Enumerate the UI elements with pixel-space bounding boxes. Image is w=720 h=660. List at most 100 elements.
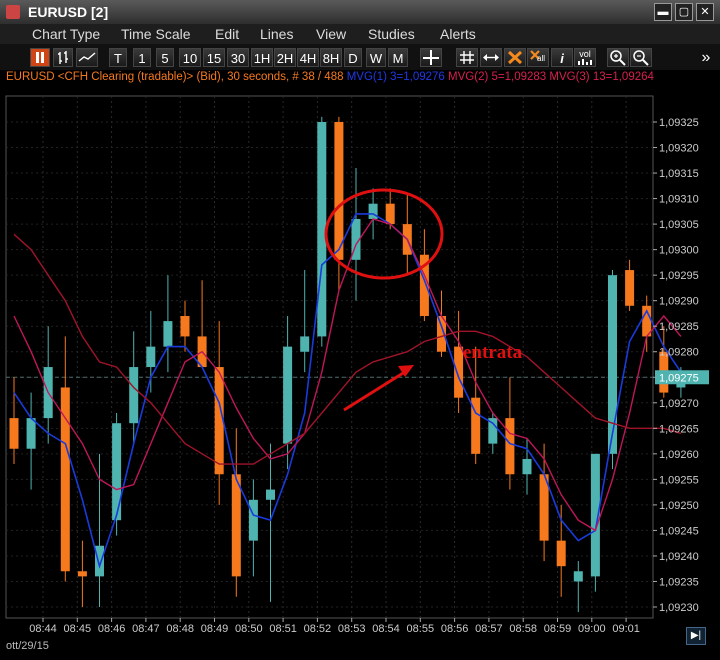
mvg-line-2 bbox=[13, 218, 682, 532]
x-tick-label: 08:46 bbox=[98, 623, 126, 635]
menu-studies[interactable]: Studies bbox=[368, 26, 415, 42]
candle-bull bbox=[317, 122, 327, 337]
period-d-button[interactable]: D bbox=[344, 48, 362, 67]
candle-bear bbox=[9, 418, 19, 449]
x-tick-label: 08:57 bbox=[475, 623, 503, 635]
y-tick-label: 1,09320 bbox=[659, 143, 699, 155]
candle-bear bbox=[419, 254, 429, 316]
period-30-button[interactable]: 30 bbox=[227, 48, 249, 67]
candle-bull bbox=[163, 321, 173, 347]
x-tick-label: 08:58 bbox=[509, 623, 537, 635]
volume-label: vol bbox=[579, 49, 591, 59]
candle-bear bbox=[625, 270, 635, 306]
period-w-button[interactable]: W bbox=[366, 48, 386, 67]
y-tick-label: 1,09250 bbox=[659, 500, 699, 512]
menu-edit[interactable]: Edit bbox=[215, 26, 239, 42]
period-1-button[interactable]: 1 bbox=[133, 48, 151, 67]
mvg1-info: MVG(1) 3=1,09276 bbox=[346, 71, 445, 83]
y-tick-label: 1,09300 bbox=[659, 245, 699, 257]
annotation-layer: entrata bbox=[324, 188, 523, 412]
y-tick-label: 1,09245 bbox=[659, 525, 699, 537]
candle-bull bbox=[283, 346, 293, 444]
x-tick-label: 08:54 bbox=[372, 623, 400, 635]
period-2h-button[interactable]: 2H bbox=[274, 48, 296, 67]
y-tick-label: 1,09295 bbox=[659, 270, 699, 282]
x-tick-label: 08:50 bbox=[235, 623, 263, 635]
delete-icon[interactable] bbox=[504, 48, 526, 67]
symbol-info: EURUSD <CFH Clearing (tradable)> (Bid), … bbox=[6, 71, 344, 83]
period-10-button[interactable]: 10 bbox=[179, 48, 201, 67]
line-chart-icon[interactable] bbox=[76, 48, 98, 67]
candle-bull bbox=[590, 453, 600, 577]
candle-bear bbox=[471, 397, 481, 454]
crosshair-icon[interactable] bbox=[420, 48, 442, 67]
more-icon[interactable]: » bbox=[696, 48, 716, 67]
candle-bull bbox=[248, 499, 258, 541]
candle-bear bbox=[539, 474, 549, 541]
period-8h-button[interactable]: 8H bbox=[320, 48, 342, 67]
bar-chart-icon[interactable] bbox=[53, 48, 73, 67]
x-tick-label: 08:48 bbox=[166, 623, 194, 635]
period-15-button[interactable]: 15 bbox=[203, 48, 225, 67]
period-1h-button[interactable]: 1H bbox=[251, 48, 273, 67]
candle-bull bbox=[300, 336, 310, 352]
x-tick-label: 08:51 bbox=[269, 623, 297, 635]
period-5-button[interactable]: 5 bbox=[156, 48, 174, 67]
y-tick-label: 1,09260 bbox=[659, 449, 699, 461]
price-chart[interactable]: 1,09230 1,09235 1,09240 1,09245 1,09250 1,092… bbox=[0, 0, 720, 660]
x-tick-label: 08:56 bbox=[441, 623, 469, 635]
candle-bear bbox=[197, 336, 207, 368]
time-axis: 08:44 08:45 08:46 08:47 08:48 08:49 08:50 08:51… bbox=[29, 618, 640, 635]
candle-bull bbox=[146, 346, 156, 368]
candle-bear bbox=[385, 203, 395, 225]
zoom-in-icon[interactable] bbox=[607, 48, 629, 67]
mvg-line-1 bbox=[13, 213, 682, 570]
y-tick-label: 1,09265 bbox=[659, 423, 699, 435]
minimize-button[interactable]: ▬ bbox=[654, 3, 672, 21]
delete-all-label: all bbox=[537, 54, 546, 63]
x-tick-label: 08:47 bbox=[132, 623, 160, 635]
entry-arrow bbox=[343, 368, 409, 412]
info-icon[interactable]: i bbox=[551, 48, 573, 67]
price-axis: 1,09230 1,09235 1,09240 1,09245 1,09250 1,092… bbox=[653, 117, 709, 614]
x-tick-label: 09:01 bbox=[612, 623, 640, 635]
menu-lines[interactable]: Lines bbox=[260, 26, 293, 42]
maximize-button[interactable]: ▢ bbox=[675, 3, 693, 21]
y-tick-label: 1,09325 bbox=[659, 117, 699, 129]
arrows-icon[interactable] bbox=[480, 48, 502, 67]
period-4h-button[interactable]: 4H bbox=[297, 48, 319, 67]
menu-chart-type[interactable]: Chart Type bbox=[32, 26, 100, 42]
candle-bear bbox=[214, 367, 224, 475]
period-t-button[interactable]: T bbox=[109, 48, 127, 67]
candle-bear bbox=[180, 316, 190, 337]
candle-bull bbox=[488, 418, 498, 444]
menu-view[interactable]: View bbox=[316, 26, 346, 42]
x-tick-label: 08:49 bbox=[201, 623, 229, 635]
highlight-ellipse bbox=[324, 188, 444, 280]
app-icon bbox=[6, 5, 20, 19]
candles bbox=[9, 116, 686, 613]
candle-bull bbox=[266, 489, 275, 500]
pause-icon[interactable] bbox=[30, 48, 50, 67]
close-button[interactable]: ✕ bbox=[696, 3, 714, 21]
x-tick-label: 08:53 bbox=[338, 623, 366, 635]
zoom-out-icon[interactable] bbox=[630, 48, 652, 67]
delete-all-icon[interactable]: all bbox=[527, 48, 549, 67]
candle-bear bbox=[231, 474, 241, 577]
candle-bull bbox=[26, 418, 36, 449]
candle-bear bbox=[454, 346, 464, 398]
candle-bear bbox=[60, 387, 70, 572]
volume-icon[interactable]: vol bbox=[574, 48, 596, 67]
y-tick-label: 1,09235 bbox=[659, 576, 699, 588]
menu-alerts[interactable]: Alerts bbox=[440, 26, 476, 42]
moving-averages bbox=[13, 213, 682, 570]
period-m-button[interactable]: M bbox=[388, 48, 408, 67]
y-tick-label: 1,09285 bbox=[659, 321, 699, 333]
candle-bull bbox=[112, 423, 122, 521]
scroll-to-end-button[interactable]: ▶| bbox=[686, 627, 706, 645]
date-label: ott/29/15 bbox=[6, 640, 49, 652]
menu-time-scale[interactable]: Time Scale bbox=[121, 26, 191, 42]
x-tick-label: 08:52 bbox=[304, 623, 332, 635]
grid-icon[interactable] bbox=[456, 48, 478, 67]
candle-bull bbox=[608, 275, 617, 454]
